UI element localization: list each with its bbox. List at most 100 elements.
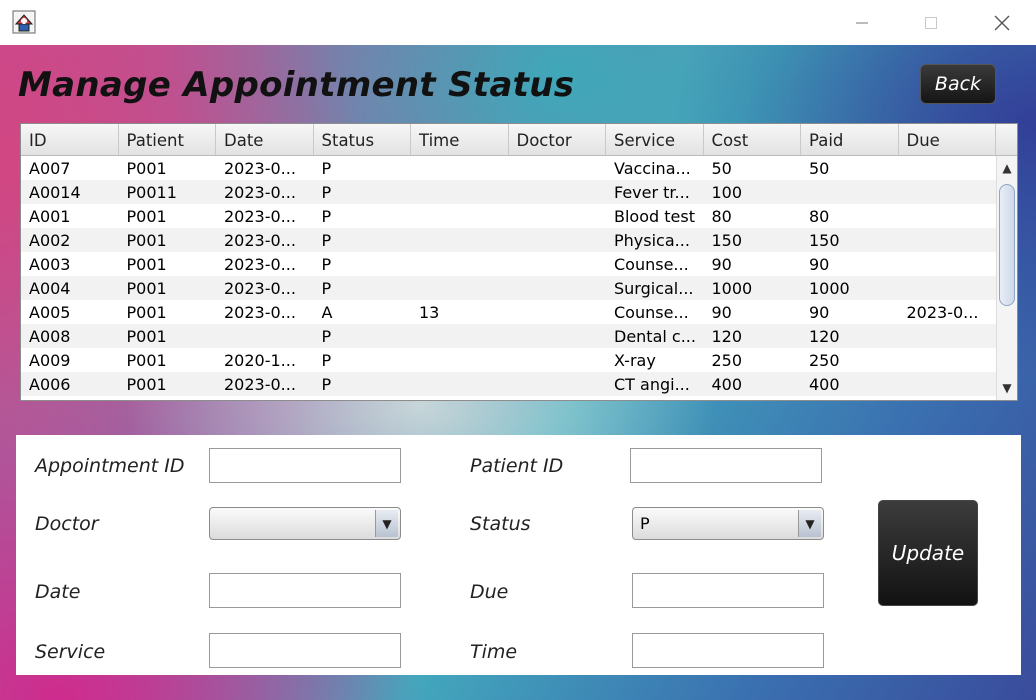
table-cell bbox=[899, 252, 997, 276]
table-cell: A005 bbox=[29, 303, 71, 322]
patient-id-input[interactable] bbox=[630, 448, 822, 483]
chevron-down-icon: ▼ bbox=[375, 510, 398, 537]
table-cell: P bbox=[321, 159, 332, 178]
chevron-down-icon: ▼ bbox=[798, 510, 821, 537]
table-cell: 90 bbox=[711, 255, 732, 274]
table-cell bbox=[899, 204, 997, 228]
table-cell: 250 bbox=[711, 351, 743, 370]
table-body: A007 P001 2023-0... P Vaccina... 50 50 A0014 P00… bbox=[21, 156, 996, 396]
table-cell: A001 bbox=[29, 207, 71, 226]
table-cell: A008 bbox=[29, 327, 71, 346]
status-label: Status bbox=[470, 513, 531, 535]
table-cell: P bbox=[321, 255, 332, 274]
table-cell: 80 bbox=[711, 207, 732, 226]
table-row[interactable]: A005 P001 2023-0... A 13 Counse... 90 90 2023-0.… bbox=[21, 300, 996, 324]
table-cell: Surgical... bbox=[614, 279, 694, 298]
service-input[interactable] bbox=[209, 633, 401, 668]
table-cell bbox=[509, 324, 607, 348]
due-input[interactable] bbox=[632, 573, 824, 608]
update-button[interactable]: Update bbox=[878, 500, 978, 606]
table-cell: 50 bbox=[711, 159, 732, 178]
column-header[interactable]: Doctor bbox=[509, 124, 606, 155]
column-header[interactable]: Cost bbox=[704, 124, 801, 155]
table-cell: P001 bbox=[126, 231, 167, 250]
column-header-corner bbox=[996, 124, 1017, 155]
table-cell: Counse... bbox=[614, 303, 689, 322]
table-cell: P bbox=[321, 327, 332, 346]
table-cell: 2023-0... bbox=[224, 207, 296, 226]
table-cell: P001 bbox=[126, 351, 167, 370]
column-header[interactable]: Time bbox=[411, 124, 509, 155]
table-row[interactable]: A003 P001 2023-0... P Counse... 90 90 bbox=[21, 252, 996, 276]
table-cell bbox=[509, 372, 607, 396]
column-header[interactable]: Due bbox=[899, 124, 996, 155]
table-header: ID Patient Date Status Time Doctor Servi… bbox=[21, 124, 1017, 156]
back-button[interactable]: Back bbox=[920, 64, 996, 104]
minimize-icon bbox=[856, 22, 868, 24]
table-row[interactable]: A007 P001 2023-0... P Vaccina... 50 50 bbox=[21, 156, 996, 180]
table-cell: 1000 bbox=[809, 279, 850, 298]
table-cell: 13 bbox=[419, 303, 440, 322]
table-cell: 90 bbox=[809, 255, 830, 274]
table-cell bbox=[509, 228, 607, 252]
table-cell bbox=[411, 348, 509, 372]
table-cell: 100 bbox=[711, 183, 743, 202]
table-cell: P001 bbox=[126, 375, 167, 394]
doctor-dropdown[interactable]: ▼ bbox=[209, 507, 401, 540]
table-cell: Physica... bbox=[614, 231, 690, 250]
appointments-table[interactable]: ID Patient Date Status Time Doctor Servi… bbox=[20, 123, 1018, 401]
table-cell bbox=[411, 252, 509, 276]
table-cell: P bbox=[321, 375, 332, 394]
scroll-thumb[interactable] bbox=[999, 184, 1015, 306]
table-cell: 400 bbox=[809, 375, 840, 394]
table-cell: 2023-0... bbox=[224, 375, 296, 394]
column-header[interactable]: Date bbox=[216, 124, 314, 155]
table-cell: A007 bbox=[29, 159, 71, 178]
table-cell: 2020-1... bbox=[224, 351, 296, 370]
time-input[interactable] bbox=[632, 633, 824, 668]
close-button[interactable] bbox=[979, 8, 1025, 38]
table-cell: P001 bbox=[126, 159, 167, 178]
table-row[interactable]: A0014 P0011 2023-0... P Fever tr... 100 bbox=[21, 180, 996, 204]
table-cell: P001 bbox=[126, 207, 167, 226]
table-cell bbox=[509, 156, 607, 180]
table-cell: 150 bbox=[809, 231, 840, 250]
table-cell: 250 bbox=[809, 351, 840, 370]
appointment-id-input[interactable] bbox=[209, 448, 401, 483]
doctor-label: Doctor bbox=[35, 513, 99, 535]
status-dropdown[interactable]: P ▼ bbox=[632, 507, 824, 540]
column-header[interactable]: Status bbox=[314, 124, 411, 155]
scroll-down-icon[interactable]: ▼ bbox=[997, 377, 1017, 399]
minimize-button[interactable] bbox=[839, 8, 885, 38]
table-cell: 150 bbox=[711, 231, 743, 250]
table-cell: P001 bbox=[126, 303, 167, 322]
table-row[interactable]: A004 P001 2023-0... P Surgical... 1000 1000 bbox=[21, 276, 996, 300]
table-cell: P001 bbox=[126, 255, 167, 274]
table-row[interactable]: A001 P001 2023-0... P Blood test 80 80 bbox=[21, 204, 996, 228]
scroll-up-icon[interactable]: ▲ bbox=[997, 157, 1017, 179]
table-row[interactable]: A008 P001 P Dental c... 120 120 bbox=[21, 324, 996, 348]
table-cell bbox=[411, 204, 509, 228]
table-cell: 2023-0... bbox=[906, 303, 979, 322]
table-cell: 400 bbox=[711, 375, 743, 394]
table-row[interactable]: A009 P001 2020-1... P X-ray 250 250 bbox=[21, 348, 996, 372]
table-cell: A0014 bbox=[29, 183, 81, 202]
column-header[interactable]: Service bbox=[606, 124, 704, 155]
table-cell bbox=[509, 204, 607, 228]
table-cell: A004 bbox=[29, 279, 71, 298]
table-cell: 1000 bbox=[711, 279, 753, 298]
table-cell bbox=[801, 180, 899, 204]
column-header[interactable]: Paid bbox=[801, 124, 899, 155]
column-header[interactable]: ID bbox=[21, 124, 119, 155]
table-row[interactable]: A002 P001 2023-0... P Physica... 150 150 bbox=[21, 228, 996, 252]
table-row[interactable]: A006 P001 2023-0... P CT angi... 400 400 bbox=[21, 372, 996, 396]
table-cell: A009 bbox=[29, 351, 71, 370]
table-cell: P001 bbox=[126, 279, 167, 298]
column-header[interactable]: Patient bbox=[119, 124, 216, 155]
maximize-button[interactable] bbox=[908, 8, 954, 38]
date-input[interactable] bbox=[209, 573, 401, 608]
table-cell: Dental c... bbox=[614, 327, 696, 346]
table-cell bbox=[509, 276, 607, 300]
close-icon bbox=[994, 15, 1010, 31]
vertical-scrollbar[interactable]: ▲ ▼ bbox=[996, 156, 1017, 400]
